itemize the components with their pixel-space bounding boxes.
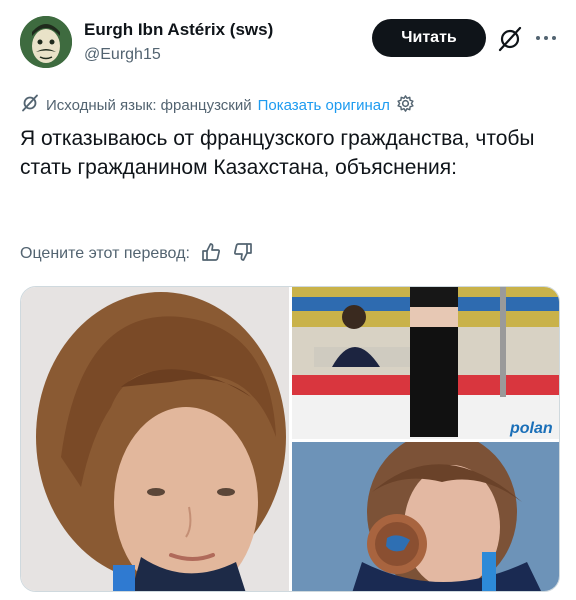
avatar[interactable] (20, 16, 72, 68)
grok-slash-icon (20, 93, 40, 117)
grok-slash-icon[interactable] (496, 25, 524, 53)
rate-translation: Оцените этот перевод: (20, 242, 254, 266)
author-handle[interactable]: @Eurgh15 (84, 46, 161, 64)
tweet-text: Я отказываюсь от французского гражданств… (20, 127, 535, 179)
author-name[interactable]: Eurgh Ibn Astérix (sws) (84, 20, 273, 40)
tweet-header: Eurgh Ibn Astérix (sws) @Eurgh15 Читать (0, 0, 576, 80)
gear-icon[interactable] (396, 94, 415, 117)
show-original-link[interactable]: Показать оригинал (258, 97, 390, 114)
rate-label: Оцените этот перевод: (20, 245, 190, 262)
follow-button[interactable]: Читать (372, 19, 486, 57)
banner-text: polan (509, 420, 553, 437)
thumbs-up-icon[interactable] (200, 241, 222, 268)
photo-portrait[interactable] (21, 287, 289, 591)
photo-stadium[interactable]: polan (292, 287, 559, 439)
translation-info: Исходный язык: французский Показать ориг… (20, 94, 415, 116)
more-dots-icon[interactable] (532, 27, 560, 49)
thumbs-down-icon[interactable] (232, 241, 254, 268)
media-grid: polan (20, 286, 560, 592)
photo-medal[interactable] (292, 442, 559, 591)
source-language-label: Исходный язык: французский (46, 96, 252, 114)
